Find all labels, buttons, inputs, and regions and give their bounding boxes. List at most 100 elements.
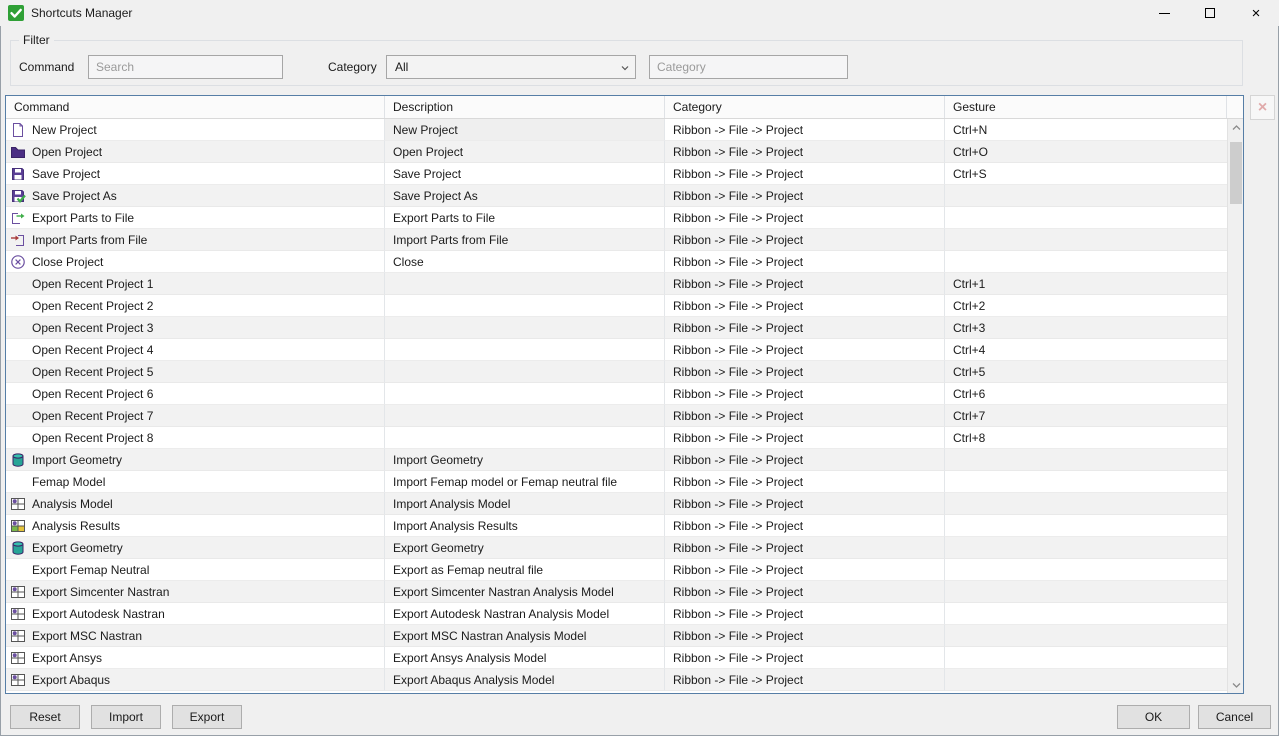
table-row[interactable]: Open Recent Project 8Ribbon -> File -> P… <box>6 427 1227 449</box>
reset-button[interactable]: Reset <box>10 705 80 729</box>
description-cell <box>385 273 665 295</box>
export-button[interactable]: Export <box>172 705 242 729</box>
no-icon <box>10 364 26 380</box>
description-cell: Import Parts from File <box>385 229 665 251</box>
command-label: Femap Model <box>32 475 105 489</box>
import-button[interactable]: Import <box>91 705 161 729</box>
table-row[interactable]: Save Project AsSave Project AsRibbon -> … <box>6 185 1227 207</box>
gesture-cell: Ctrl+6 <box>945 383 1227 405</box>
analysis-model-icon <box>10 496 26 512</box>
command-label: Open Recent Project 5 <box>32 365 153 379</box>
category-cell: Ribbon -> File -> Project <box>665 537 945 559</box>
command-cell: Open Project <box>6 141 385 163</box>
description-cell <box>385 339 665 361</box>
category-cell: Ribbon -> File -> Project <box>665 625 945 647</box>
description-cell <box>385 405 665 427</box>
gesture-cell: Ctrl+8 <box>945 427 1227 449</box>
table-body: New ProjectNew ProjectRibbon -> File -> … <box>6 119 1243 693</box>
open-folder-icon <box>10 144 26 160</box>
category-filter-input[interactable] <box>649 55 848 79</box>
category-select[interactable]: All <box>386 55 636 79</box>
cancel-button[interactable]: Cancel <box>1198 705 1271 729</box>
column-header-description[interactable]: Description <box>385 96 665 118</box>
column-header-command[interactable]: Command <box>6 96 385 118</box>
table-row[interactable]: Export Parts to FileExport Parts to File… <box>6 207 1227 229</box>
table-row[interactable]: Import GeometryImport GeometryRibbon -> … <box>6 449 1227 471</box>
table-row[interactable]: Export AbaqusExport Abaqus Analysis Mode… <box>6 669 1227 691</box>
table-row[interactable]: Open Recent Project 5Ribbon -> File -> P… <box>6 361 1227 383</box>
no-icon <box>10 562 26 578</box>
maximize-button[interactable] <box>1187 0 1233 26</box>
command-label: Open Recent Project 8 <box>32 431 153 445</box>
table-row[interactable]: Open Recent Project 6Ribbon -> File -> P… <box>6 383 1227 405</box>
gesture-cell <box>945 669 1227 691</box>
table-row[interactable]: Export AnsysExport Ansys Analysis ModelR… <box>6 647 1227 669</box>
table-row[interactable]: Open Recent Project 2Ribbon -> File -> P… <box>6 295 1227 317</box>
command-cell: Export Geometry <box>6 537 385 559</box>
table-row[interactable]: Femap Model Import Femap model or Femap n… <box>6 471 1227 493</box>
chevron-down-icon <box>1232 682 1241 688</box>
minimize-button[interactable] <box>1141 0 1187 26</box>
description-cell: Import Femap model or Femap neutral file <box>385 471 665 493</box>
close-icon: × <box>1252 6 1261 21</box>
description-cell: Import Analysis Model <box>385 493 665 515</box>
table-row[interactable]: Open Recent Project 7Ribbon -> File -> P… <box>6 405 1227 427</box>
ok-button[interactable]: OK <box>1117 705 1190 729</box>
category-cell: Ribbon -> File -> Project <box>665 603 945 625</box>
vertical-scrollbar[interactable] <box>1227 119 1243 693</box>
table-row[interactable]: Analysis ResultsImport Analysis ResultsR… <box>6 515 1227 537</box>
table-row[interactable]: New ProjectNew ProjectRibbon -> File -> … <box>6 119 1227 141</box>
gesture-cell <box>945 581 1227 603</box>
description-cell: Export Simcenter Nastran Analysis Model <box>385 581 665 603</box>
description-cell: Export Parts to File <box>385 207 665 229</box>
gesture-cell: Ctrl+N <box>945 119 1227 141</box>
command-search-input[interactable] <box>88 55 283 79</box>
gesture-cell <box>945 515 1227 537</box>
scroll-down-button[interactable] <box>1228 676 1243 693</box>
analysis-results-icon <box>10 518 26 534</box>
description-cell: Export Geometry <box>385 537 665 559</box>
command-label: Export Geometry <box>32 541 123 555</box>
solver-export-icon <box>10 672 26 688</box>
table-row[interactable]: Close ProjectCloseRibbon -> File -> Proj… <box>6 251 1227 273</box>
command-cell: Analysis Model <box>6 493 385 515</box>
command-label: Export Simcenter Nastran <box>32 585 169 599</box>
table-row[interactable]: Open ProjectOpen ProjectRibbon -> File -… <box>6 141 1227 163</box>
category-cell: Ribbon -> File -> Project <box>665 405 945 427</box>
delete-shortcut-button-disabled: × <box>1250 95 1275 120</box>
column-header-gesture[interactable]: Gesture <box>945 96 1227 118</box>
category-cell: Ribbon -> File -> Project <box>665 449 945 471</box>
description-cell: Close <box>385 251 665 273</box>
description-cell: Export Abaqus Analysis Model <box>385 669 665 691</box>
scrollbar-thumb[interactable] <box>1230 142 1242 204</box>
table-row[interactable]: Open Recent Project 1Ribbon -> File -> P… <box>6 273 1227 295</box>
category-cell: Ribbon -> File -> Project <box>665 229 945 251</box>
table-row[interactable]: Export Femap NeutralExport as Femap neut… <box>6 559 1227 581</box>
command-cell: Open Recent Project 5 <box>6 361 385 383</box>
category-cell: Ribbon -> File -> Project <box>665 471 945 493</box>
close-project-icon <box>10 254 26 270</box>
table-row[interactable]: Export MSC NastranExport MSC Nastran Ana… <box>6 625 1227 647</box>
import-parts-icon <box>10 232 26 248</box>
table-row[interactable]: Export Simcenter Nastran Export Simcenter… <box>6 581 1227 603</box>
column-header-category[interactable]: Category <box>665 96 945 118</box>
table-row[interactable]: Analysis ModelImport Analysis ModelRibbo… <box>6 493 1227 515</box>
command-label: Import Parts from File <box>32 233 147 247</box>
export-parts-icon <box>10 210 26 226</box>
command-cell: Open Recent Project 8 <box>6 427 385 449</box>
description-cell: Export Ansys Analysis Model <box>385 647 665 669</box>
command-label: Open Recent Project 6 <box>32 387 153 401</box>
filter-legend: Filter <box>19 33 54 47</box>
table-row[interactable]: Open Recent Project 4Ribbon -> File -> P… <box>6 339 1227 361</box>
category-cell: Ribbon -> File -> Project <box>665 295 945 317</box>
table-row[interactable]: Open Recent Project 3Ribbon -> File -> P… <box>6 317 1227 339</box>
command-cell: Export Simcenter Nastran <box>6 581 385 603</box>
table-row[interactable]: Export Autodesk NastranExport Autodesk N… <box>6 603 1227 625</box>
close-button[interactable]: × <box>1233 0 1279 26</box>
command-cell: Export Femap Neutral <box>6 559 385 581</box>
table-row[interactable]: Export GeometryExport GeometryRibbon -> … <box>6 537 1227 559</box>
scroll-up-button[interactable] <box>1228 119 1243 136</box>
command-cell: Export Autodesk Nastran <box>6 603 385 625</box>
table-row[interactable]: Import Parts from File Import Parts from … <box>6 229 1227 251</box>
table-row[interactable]: Save ProjectSave ProjectRibbon -> File -… <box>6 163 1227 185</box>
